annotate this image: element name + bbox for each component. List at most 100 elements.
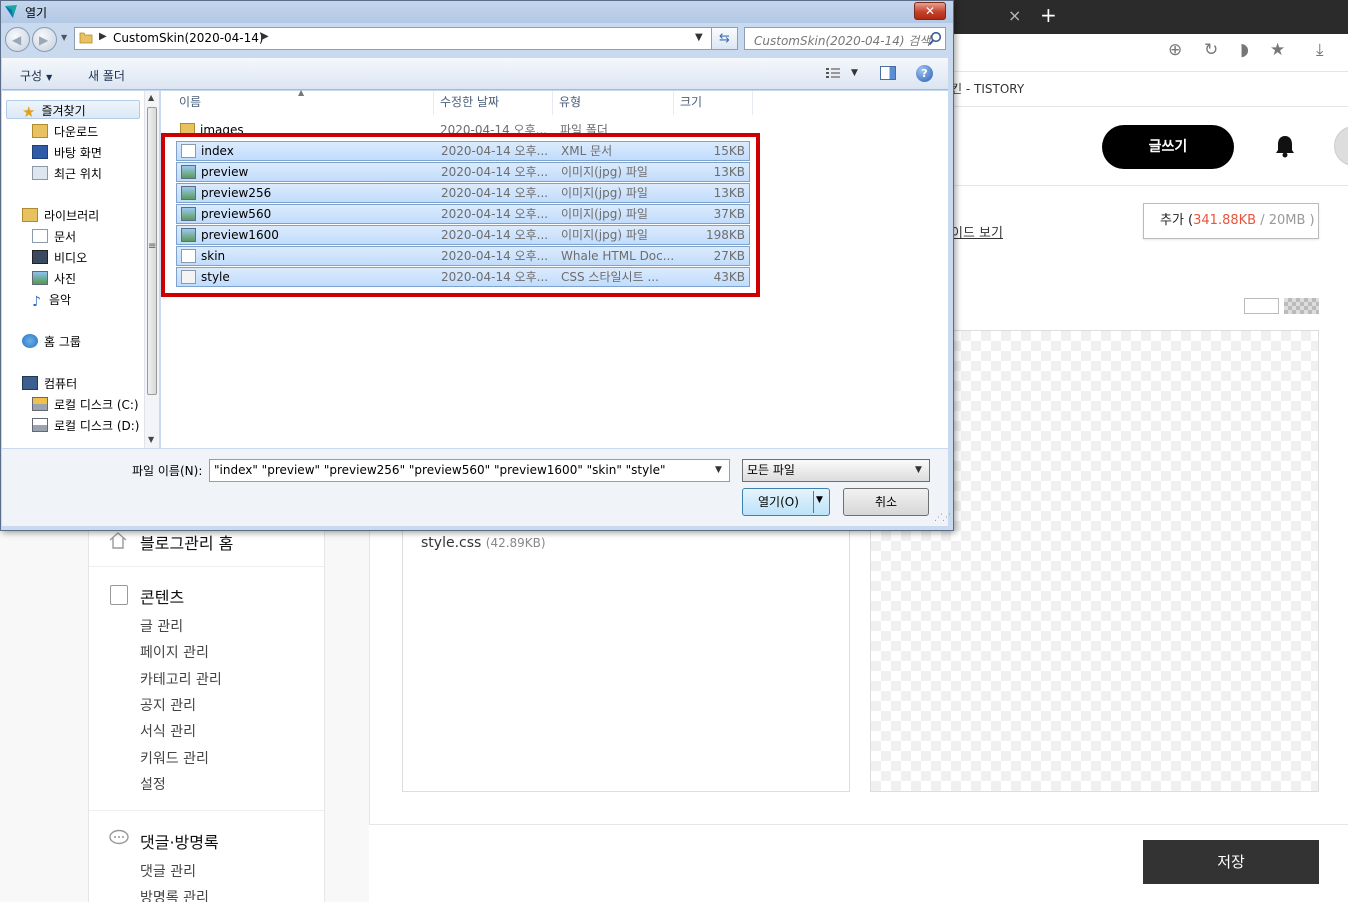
column-label: 수정한 날짜	[440, 95, 500, 109]
nav-item-computer[interactable]: 컴퓨터	[22, 375, 77, 392]
write-button[interactable]: 글쓰기	[1102, 125, 1234, 169]
reload-icon[interactable]: ↻	[1204, 40, 1218, 60]
open-options-icon[interactable]: ▼	[816, 495, 823, 505]
nav-item-favorites[interactable]: ★ 즐겨찾기	[22, 102, 86, 121]
sidebar-contents-title[interactable]: 콘텐츠	[140, 584, 184, 608]
bg-checker-toggle[interactable]	[1284, 298, 1319, 314]
sidebar-item-notices[interactable]: 공지 관리	[140, 695, 196, 715]
back-button[interactable]: ◀	[5, 27, 30, 52]
folder-icon	[180, 123, 195, 133]
bell-icon[interactable]	[1274, 134, 1296, 158]
nav-label: 비디오	[54, 251, 88, 265]
page-title: 킨 - TISTORY	[951, 82, 1025, 96]
tab-close-icon[interactable]: ×	[1008, 6, 1021, 25]
download-icon[interactable]: ⤓	[1316, 40, 1324, 60]
storage-suffix: )	[1305, 213, 1315, 228]
column-label: 유형	[559, 95, 582, 109]
column-header-size[interactable]: 크기	[675, 91, 753, 115]
column-header-modified[interactable]: 수정한 날짜	[435, 91, 553, 115]
breadcrumb-chevron-icon[interactable]: ▶	[261, 31, 269, 42]
sidebar-home[interactable]: 블로그관리 홈	[140, 530, 233, 554]
sidebar-item-settings[interactable]: 설정	[140, 774, 166, 794]
view-options-icon[interactable]	[825, 66, 841, 80]
guide-link[interactable]: 이드 보기	[951, 222, 1003, 241]
sidebar-item-guestbook[interactable]: 방명록 관리	[140, 887, 209, 902]
sidebar-item-keywords[interactable]: 키워드 관리	[140, 748, 209, 768]
nav-label: 로컬 디스크 (C:)	[54, 398, 139, 412]
sort-ascending-icon: ▲	[298, 88, 305, 97]
shield-icon[interactable]: ◗	[1240, 40, 1249, 60]
nav-item-drive-c[interactable]: 로컬 디스크 (C:)	[32, 396, 139, 413]
nav-item-downloads[interactable]: 다운로드	[32, 123, 98, 140]
organize-button[interactable]: 구성 ▼	[20, 67, 52, 84]
recent-places-icon	[32, 166, 48, 180]
filter-dropdown-icon[interactable]: ▼	[915, 465, 922, 475]
drive-d-icon	[32, 418, 48, 432]
column-header-type[interactable]: 유형	[554, 91, 674, 115]
nav-label: 다운로드	[54, 125, 99, 139]
nav-item-pictures[interactable]: 사진	[32, 270, 76, 287]
breadcrumb-chevron-icon[interactable]: ▶	[99, 31, 107, 42]
sidebar-item-templates[interactable]: 서식 관리	[140, 721, 196, 741]
skin-file-entry[interactable]: style.css (42.89KB)	[421, 535, 546, 551]
nav-item-videos[interactable]: 비디오	[32, 249, 87, 266]
scroll-down-icon[interactable]: ▼	[148, 435, 154, 444]
address-bar[interactable]: ▶ CustomSkin(2020-04-14) ▶ ▼	[74, 27, 738, 50]
nav-scrollbar[interactable]: ▲ ≡ ▼	[144, 91, 159, 448]
nav-item-homegroup[interactable]: 홈 그룹	[22, 333, 81, 350]
address-dropdown-icon[interactable]: ▼	[695, 32, 703, 43]
music-note-icon: ♪	[32, 294, 41, 310]
search-placeholder: CustomSkin(2020-04-14) 검색	[754, 34, 931, 48]
home-icon	[109, 532, 127, 549]
nav-label: 최근 위치	[54, 167, 102, 181]
command-bar: 구성 ▼ 새 폴더 ▼ ?	[2, 58, 948, 90]
sidebar-item-posts[interactable]: 글 관리	[140, 616, 183, 636]
folder-date: 2020-04-14 오후...	[440, 123, 548, 133]
forward-button[interactable]: ▶	[32, 27, 57, 52]
document-icon	[110, 585, 128, 605]
close-button[interactable]: ✕	[914, 2, 946, 20]
nav-item-recent[interactable]: 최근 위치	[32, 165, 102, 182]
bg-white-toggle[interactable]	[1244, 298, 1279, 314]
storage-add-button[interactable]: 추가 (341.88KB / 20MB )	[1143, 203, 1319, 239]
nav-item-drive-d[interactable]: 로컬 디스크 (D:)	[32, 417, 139, 434]
sidebar-item-pages[interactable]: 페이지 관리	[140, 642, 209, 662]
view-dropdown-icon[interactable]: ▼	[851, 68, 858, 78]
organize-label: 구성	[20, 69, 43, 83]
nav-label: 문서	[54, 230, 77, 244]
zoom-icon[interactable]: ⊕	[1168, 40, 1182, 60]
sidebar-item-categories[interactable]: 카테고리 관리	[140, 669, 222, 689]
search-icon[interactable]	[928, 31, 942, 46]
resize-grip-icon[interactable]: ⋰⋰	[934, 513, 951, 523]
preview-pane-icon[interactable]	[880, 66, 896, 80]
breadcrumb-current[interactable]: CustomSkin(2020-04-14)	[113, 31, 264, 45]
homegroup-icon	[22, 334, 38, 348]
file-type-filter[interactable]: 모든 파일	[742, 459, 930, 482]
storage-total: 20MB	[1268, 213, 1306, 228]
recent-pages-icon[interactable]: ▼	[61, 33, 67, 42]
help-icon[interactable]: ?	[916, 65, 933, 82]
new-folder-button[interactable]: 새 폴더	[88, 67, 125, 84]
sidebar-item-comments[interactable]: 댓글 관리	[140, 861, 196, 881]
folder-row-images[interactable]: images 2020-04-14 오후... 파일 폴더	[176, 121, 750, 133]
nav-item-libraries[interactable]: 라이브러리	[22, 207, 99, 224]
scroll-grip-icon: ≡	[148, 241, 157, 252]
bookmark-star-icon[interactable]: ★	[1270, 40, 1285, 60]
filename-dropdown-icon[interactable]: ▼	[715, 465, 722, 475]
new-tab-icon[interactable]: +	[1040, 3, 1057, 27]
sidebar-comments-title[interactable]: 댓글·방명록	[140, 829, 219, 853]
save-button[interactable]: 저장	[1143, 840, 1319, 884]
nav-item-desktop[interactable]: 바탕 화면	[32, 144, 102, 161]
dialog-titlebar[interactable]: 열기 ✕	[1, 1, 953, 23]
scroll-up-icon[interactable]: ▲	[148, 93, 154, 102]
filename-label: 파일 이름(N):	[132, 464, 203, 478]
filename-input[interactable]: "index" "preview" "preview256" "preview5…	[209, 459, 730, 482]
back-arrow-icon: ◀	[12, 33, 22, 47]
cancel-button[interactable]: 취소	[843, 488, 929, 516]
nav-item-music[interactable]: ♪ 음악	[32, 291, 71, 310]
nav-item-documents[interactable]: 문서	[32, 228, 76, 245]
selection-annotation-box	[161, 133, 760, 297]
search-input[interactable]: CustomSkin(2020-04-14) 검색	[744, 27, 946, 50]
refresh-button[interactable]: ⇆	[711, 27, 738, 50]
computer-icon	[22, 376, 38, 390]
